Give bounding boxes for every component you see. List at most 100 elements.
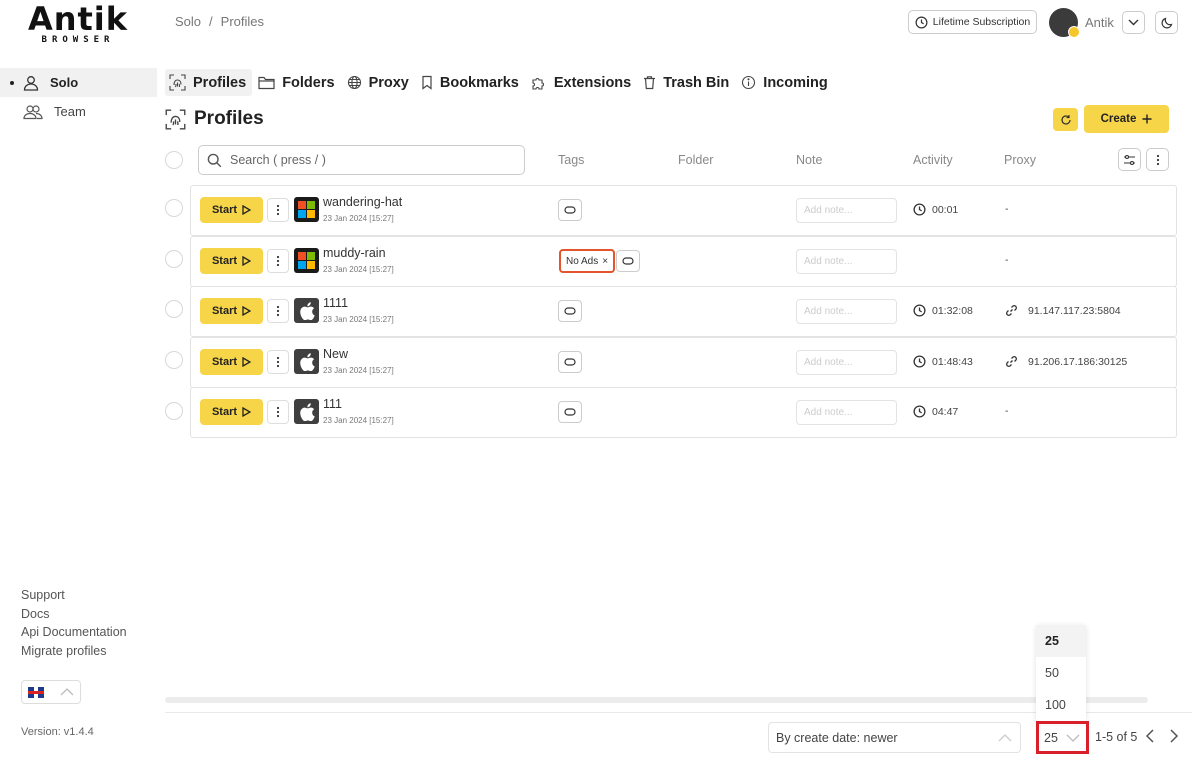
profile-date: 23 Jan 2024 [15:27] bbox=[323, 416, 394, 425]
per-page-option-50[interactable]: 50 bbox=[1036, 657, 1086, 689]
search-input[interactable] bbox=[230, 153, 510, 167]
tab-bookmarks[interactable]: Bookmarks bbox=[417, 69, 525, 96]
note-field[interactable]: Add note... bbox=[796, 299, 897, 324]
table-more-button[interactable] bbox=[1146, 148, 1169, 171]
tab-folders[interactable]: Folders bbox=[254, 69, 340, 96]
table-row: Start muddy-rain 23 Jan 2024 [15:27] No … bbox=[190, 236, 1177, 287]
add-tag-button[interactable] bbox=[558, 401, 582, 423]
more-vertical-icon bbox=[276, 406, 280, 418]
row-more-button[interactable] bbox=[267, 350, 289, 374]
user-name[interactable]: Antik bbox=[1085, 15, 1114, 30]
chevron-down-icon bbox=[1066, 734, 1080, 742]
note-field[interactable]: Add note... bbox=[796, 249, 897, 274]
tab-label: Folders bbox=[282, 74, 335, 91]
start-button[interactable]: Start bbox=[200, 298, 263, 324]
select-all-checkbox[interactable] bbox=[165, 151, 183, 169]
note-field[interactable]: Add note... bbox=[796, 198, 897, 223]
api-docs-link[interactable]: Api Documentation bbox=[21, 623, 127, 642]
start-button[interactable]: Start bbox=[200, 197, 263, 223]
fingerprint-icon bbox=[165, 109, 186, 129]
per-page-option-25[interactable]: 25 bbox=[1036, 625, 1086, 657]
profile-name[interactable]: 111 bbox=[323, 397, 342, 411]
windows-icon bbox=[294, 248, 319, 273]
per-page-select[interactable]: 25 bbox=[1036, 721, 1089, 754]
row-more-button[interactable] bbox=[267, 249, 289, 273]
profile-name[interactable]: muddy-rain bbox=[323, 246, 386, 260]
prev-page-button[interactable] bbox=[1145, 728, 1155, 747]
refresh-button[interactable] bbox=[1053, 108, 1078, 131]
search-box[interactable] bbox=[198, 145, 525, 175]
row-more-button[interactable] bbox=[267, 198, 289, 222]
horizontal-scrollbar[interactable] bbox=[165, 697, 1148, 703]
globe-icon bbox=[347, 75, 361, 90]
create-profile-button[interactable]: Create bbox=[1084, 105, 1169, 133]
tab-profiles[interactable]: Profiles bbox=[165, 69, 253, 96]
profile-name[interactable]: wandering-hat bbox=[323, 195, 402, 209]
migrate-profiles-link[interactable]: Migrate profiles bbox=[21, 642, 127, 661]
row-checkbox[interactable] bbox=[165, 402, 183, 420]
support-link[interactable]: Support bbox=[21, 586, 127, 605]
row-checkbox[interactable] bbox=[165, 351, 183, 369]
add-tag-button[interactable] bbox=[616, 250, 640, 272]
start-button[interactable]: Start bbox=[200, 399, 263, 425]
play-icon bbox=[242, 205, 252, 215]
column-header-tags: Tags bbox=[558, 153, 585, 167]
more-vertical-icon bbox=[276, 255, 280, 267]
start-button[interactable]: Start bbox=[200, 349, 263, 375]
users-icon bbox=[23, 104, 43, 119]
add-tag-button[interactable] bbox=[558, 351, 582, 373]
docs-link[interactable]: Docs bbox=[21, 605, 127, 624]
chevron-up-icon bbox=[60, 688, 74, 696]
clock-icon bbox=[913, 304, 926, 317]
activity-cell: 01:32:08 bbox=[913, 304, 973, 317]
chevron-down-icon bbox=[1128, 19, 1139, 26]
next-page-button[interactable] bbox=[1169, 728, 1179, 747]
refresh-icon bbox=[1060, 114, 1071, 125]
page-title: Profiles bbox=[165, 108, 264, 130]
language-selector[interactable] bbox=[21, 680, 81, 704]
play-icon bbox=[242, 357, 252, 367]
row-checkbox[interactable] bbox=[165, 199, 183, 217]
sidebar-item-team[interactable]: Team bbox=[0, 97, 157, 126]
tab-incoming[interactable]: Incoming bbox=[737, 69, 833, 96]
tag-label: No Ads bbox=[566, 255, 599, 267]
sidebar-item-solo[interactable]: Solo bbox=[0, 68, 157, 97]
tab-proxy[interactable]: Proxy bbox=[343, 69, 415, 96]
avatar[interactable] bbox=[1049, 8, 1080, 38]
theme-toggle-button[interactable] bbox=[1155, 11, 1178, 34]
more-vertical-icon bbox=[1156, 154, 1159, 165]
add-tag-button[interactable] bbox=[558, 199, 582, 221]
activity-time: 01:48:43 bbox=[932, 355, 973, 368]
user-menu-button[interactable] bbox=[1122, 11, 1145, 34]
add-tag-button[interactable] bbox=[558, 300, 582, 322]
moon-icon bbox=[1161, 17, 1172, 28]
start-label: Start bbox=[211, 255, 238, 267]
note-field[interactable]: Add note... bbox=[796, 350, 897, 375]
tab-trash-bin[interactable]: Trash Bin bbox=[639, 69, 735, 96]
breadcrumb-solo[interactable]: Solo bbox=[175, 14, 201, 29]
sort-value: By create date: newer bbox=[776, 730, 898, 745]
subscription-button[interactable]: Lifetime Subscription bbox=[908, 10, 1037, 34]
search-icon bbox=[207, 153, 222, 167]
row-checkbox[interactable] bbox=[165, 250, 183, 268]
proxy-cell: - bbox=[1005, 254, 1009, 266]
more-vertical-icon bbox=[276, 305, 280, 317]
play-icon bbox=[242, 256, 252, 266]
profile-name[interactable]: New bbox=[323, 347, 348, 361]
tag-chip[interactable]: No Ads × bbox=[559, 249, 616, 273]
profile-name[interactable]: 1111 bbox=[323, 296, 348, 310]
tab-extensions[interactable]: Extensions bbox=[527, 69, 637, 96]
per-page-option-100[interactable]: 100 bbox=[1036, 689, 1086, 721]
row-more-button[interactable] bbox=[267, 299, 289, 323]
brand-logo[interactable]: Antik BROWSER bbox=[26, 3, 130, 46]
remove-tag-icon[interactable]: × bbox=[602, 256, 608, 267]
clock-icon bbox=[913, 203, 926, 216]
row-more-button[interactable] bbox=[267, 400, 289, 424]
row-checkbox[interactable] bbox=[165, 300, 183, 318]
proxy-value: - bbox=[1005, 405, 1009, 417]
start-button[interactable]: Start bbox=[200, 248, 263, 274]
chevron-left-icon bbox=[1145, 729, 1154, 743]
sort-select[interactable]: By create date: newer bbox=[768, 722, 1021, 753]
column-settings-button[interactable] bbox=[1118, 148, 1141, 171]
note-field[interactable]: Add note... bbox=[796, 400, 897, 425]
